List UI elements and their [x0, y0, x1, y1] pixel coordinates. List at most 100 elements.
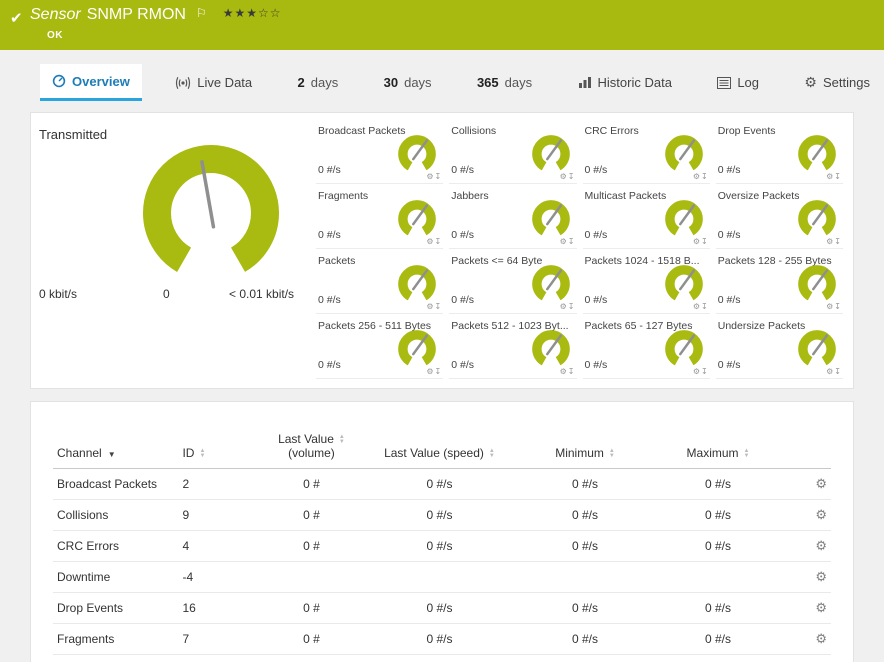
mini-gauge-dial	[664, 330, 703, 368]
channel-gauge-tile[interactable]: Packets 128 - 255 Bytes 0 #/s ⚙↧	[715, 249, 843, 314]
gauge-pin-icon[interactable]: ↧	[834, 367, 842, 376]
channel-row[interactable]: Broadcast Packets 2 0 # 0 #/s 0 #/s 0 #/…	[53, 468, 831, 500]
column-header-last-value-speed[interactable]: Last Value (speed) ▲ ▼	[364, 428, 515, 469]
sensor-status-badge: OK	[47, 30, 63, 41]
gauge-pin-icon[interactable]: ↧	[834, 237, 842, 246]
gauge-pin-icon[interactable]: ↧	[701, 172, 709, 181]
channel-gauge-tile[interactable]: Packets <= 64 Byte 0 #/s ⚙↧	[449, 249, 577, 314]
gauge-gear-icon[interactable]: ⚙	[693, 302, 701, 311]
column-header-id[interactable]: ID ▲ ▼	[178, 428, 259, 469]
channel-row[interactable]: CRC Errors 4 0 # 0 #/s 0 #/s 0 #/s ⚙	[53, 530, 831, 562]
tab-2-days[interactable]: 2 days	[286, 64, 351, 101]
tab-log-label: Log	[737, 75, 760, 90]
flag-icon[interactable]: ⚐	[196, 6, 207, 20]
priority-stars[interactable]: ★★★☆☆	[223, 6, 282, 20]
channel-settings-icon[interactable]: ⚙	[815, 631, 827, 646]
channel-gauge-tile[interactable]: Packets 65 - 127 Bytes 0 #/s ⚙↧	[582, 314, 710, 379]
mini-gauge-dial	[398, 200, 437, 238]
tab-30-days[interactable]: 30 days	[372, 64, 444, 101]
channel-gauge-tile[interactable]: Oversize Packets 0 #/s ⚙↧	[715, 184, 843, 249]
channel-gauge-tile[interactable]: Broadcast Packets 0 #/s ⚙↧	[316, 119, 444, 184]
gauge-gear-icon[interactable]: ⚙	[560, 172, 568, 181]
channel-row[interactable]: Jabbers 8 0 # 0 #/s 0 #/s 0 #/s ⚙	[53, 654, 831, 662]
gauge-pin-icon[interactable]: ↧	[435, 367, 443, 376]
mini-gauge-dial	[531, 265, 570, 303]
gauge-pin-icon[interactable]: ↧	[435, 237, 443, 246]
channel-gauge-tile[interactable]: Collisions 0 #/s ⚙↧	[449, 119, 577, 184]
tab-log[interactable]: Log	[705, 64, 771, 101]
tab-live-data[interactable]: Live Data	[163, 64, 264, 101]
transmitted-gauge[interactable]: Transmitted 0 kbit/s 0 < 0.01 kbit/s	[31, 113, 316, 388]
gauge-gear-icon[interactable]: ⚙	[426, 237, 434, 246]
channel-gauge-tile[interactable]: Undersize Packets 0 #/s ⚙↧	[715, 314, 843, 379]
tab-settings-label: Settings	[822, 75, 870, 90]
gauge-value: 0 #/s	[584, 359, 608, 371]
gauge-pin-icon[interactable]: ↧	[701, 302, 709, 311]
gauge-pin-icon[interactable]: ↧	[834, 302, 842, 311]
column-header-channel[interactable]: Channel ▼	[53, 428, 179, 469]
gauge-value: 0 #/s	[451, 229, 475, 241]
gauge-value: 0 #/s	[451, 164, 475, 176]
channel-last-value-speed	[364, 561, 515, 593]
channel-minimum: 0 #/s	[514, 592, 656, 624]
channel-settings-icon[interactable]: ⚙	[815, 569, 827, 584]
gauge-pin-icon[interactable]: ↧	[834, 172, 842, 181]
channel-last-value-volume: 0 #	[258, 623, 365, 655]
channel-gauge-tile[interactable]: Packets 512 - 1023 Byt... 0 #/s ⚙↧	[449, 314, 577, 379]
gauge-gear-icon[interactable]: ⚙	[693, 367, 701, 376]
tab-365-days-number: 365	[476, 75, 499, 90]
gauge-pin-icon[interactable]: ↧	[435, 302, 443, 311]
tab-365-days[interactable]: 365 days	[465, 64, 544, 101]
gauge-pin-icon[interactable]: ↧	[568, 172, 576, 181]
channel-gauge-tile[interactable]: CRC Errors 0 #/s ⚙↧	[582, 119, 710, 184]
gauge-gear-icon[interactable]: ⚙	[560, 367, 568, 376]
sort-icon: ▲ ▼	[338, 433, 345, 445]
column-header-maximum[interactable]: Maximum ▲ ▼	[655, 428, 781, 469]
column-header-settings	[780, 428, 831, 469]
channel-settings-icon[interactable]: ⚙	[815, 538, 827, 553]
gauge-gear-icon[interactable]: ⚙	[426, 367, 434, 376]
gauge-gear-icon[interactable]: ⚙	[426, 172, 434, 181]
channel-settings-icon[interactable]: ⚙	[815, 600, 827, 615]
gauge-gear-icon[interactable]: ⚙	[693, 237, 701, 246]
channel-last-value-volume: 0 #	[258, 468, 365, 500]
stars-empty: ☆☆	[258, 6, 282, 20]
channel-gauge-tile[interactable]: Drop Events 0 #/s ⚙↧	[715, 119, 843, 184]
gauge-gear-icon[interactable]: ⚙	[693, 172, 701, 181]
tab-historic-data[interactable]: Historic Data	[566, 64, 684, 101]
column-header-minimum[interactable]: Minimum ▲ ▼	[514, 428, 656, 469]
gauge-gear-icon[interactable]: ⚙	[560, 237, 568, 246]
gauge-pin-icon[interactable]: ↧	[701, 367, 709, 376]
channel-settings-icon[interactable]: ⚙	[815, 476, 827, 491]
channel-gauge-tile[interactable]: Packets 0 #/s ⚙↧	[316, 249, 444, 314]
gauge-pin-icon[interactable]: ↧	[568, 367, 576, 376]
overview-gauges-panel: Transmitted 0 kbit/s 0 < 0.01 kbit/s Bro…	[30, 112, 854, 389]
gauge-value: 0 #/s	[717, 164, 741, 176]
mini-gauge-dial	[798, 265, 836, 303]
channel-gauge-tile[interactable]: Packets 256 - 511 Bytes 0 #/s ⚙↧	[316, 314, 444, 379]
channel-row[interactable]: Drop Events 16 0 # 0 #/s 0 #/s 0 #/s ⚙	[53, 592, 831, 624]
gauge-pin-icon[interactable]: ↧	[568, 302, 576, 311]
channel-last-value-speed: 0 #/s	[364, 499, 515, 531]
tab-overview[interactable]: Overview	[40, 64, 142, 101]
channel-row[interactable]: Downtime -4 ⚙	[53, 561, 831, 593]
channel-name: Jabbers	[53, 654, 179, 662]
channel-maximum: 0 #/s	[655, 592, 781, 624]
channel-row[interactable]: Collisions 9 0 # 0 #/s 0 #/s 0 #/s ⚙	[53, 499, 831, 531]
channel-gauge-tile[interactable]: Jabbers 0 #/s ⚙↧	[449, 184, 577, 249]
gauge-pin-icon[interactable]: ↧	[435, 172, 443, 181]
column-header-last-value-volume[interactable]: Last Value ▲ ▼ (volume)	[258, 428, 365, 469]
tab-settings[interactable]: ⚙ Settings	[792, 64, 882, 101]
channel-row[interactable]: Fragments 7 0 # 0 #/s 0 #/s 0 #/s ⚙	[53, 623, 831, 655]
gauge-gear-icon[interactable]: ⚙	[560, 302, 568, 311]
channel-gauge-tile[interactable]: Fragments 0 #/s ⚙↧	[316, 184, 444, 249]
gauge-pin-icon[interactable]: ↧	[568, 237, 576, 246]
channel-gauge-tile[interactable]: Multicast Packets 0 #/s ⚙↧	[582, 184, 710, 249]
channel-minimum: 0 #/s	[514, 654, 656, 662]
channel-maximum	[655, 561, 781, 593]
channel-gauge-tile[interactable]: Packets 1024 - 1518 B... 0 #/s ⚙↧	[582, 249, 710, 314]
gauge-gear-icon[interactable]: ⚙	[426, 302, 434, 311]
channel-name: Drop Events	[53, 592, 179, 624]
gauge-pin-icon[interactable]: ↧	[701, 237, 709, 246]
channel-settings-icon[interactable]: ⚙	[815, 507, 827, 522]
